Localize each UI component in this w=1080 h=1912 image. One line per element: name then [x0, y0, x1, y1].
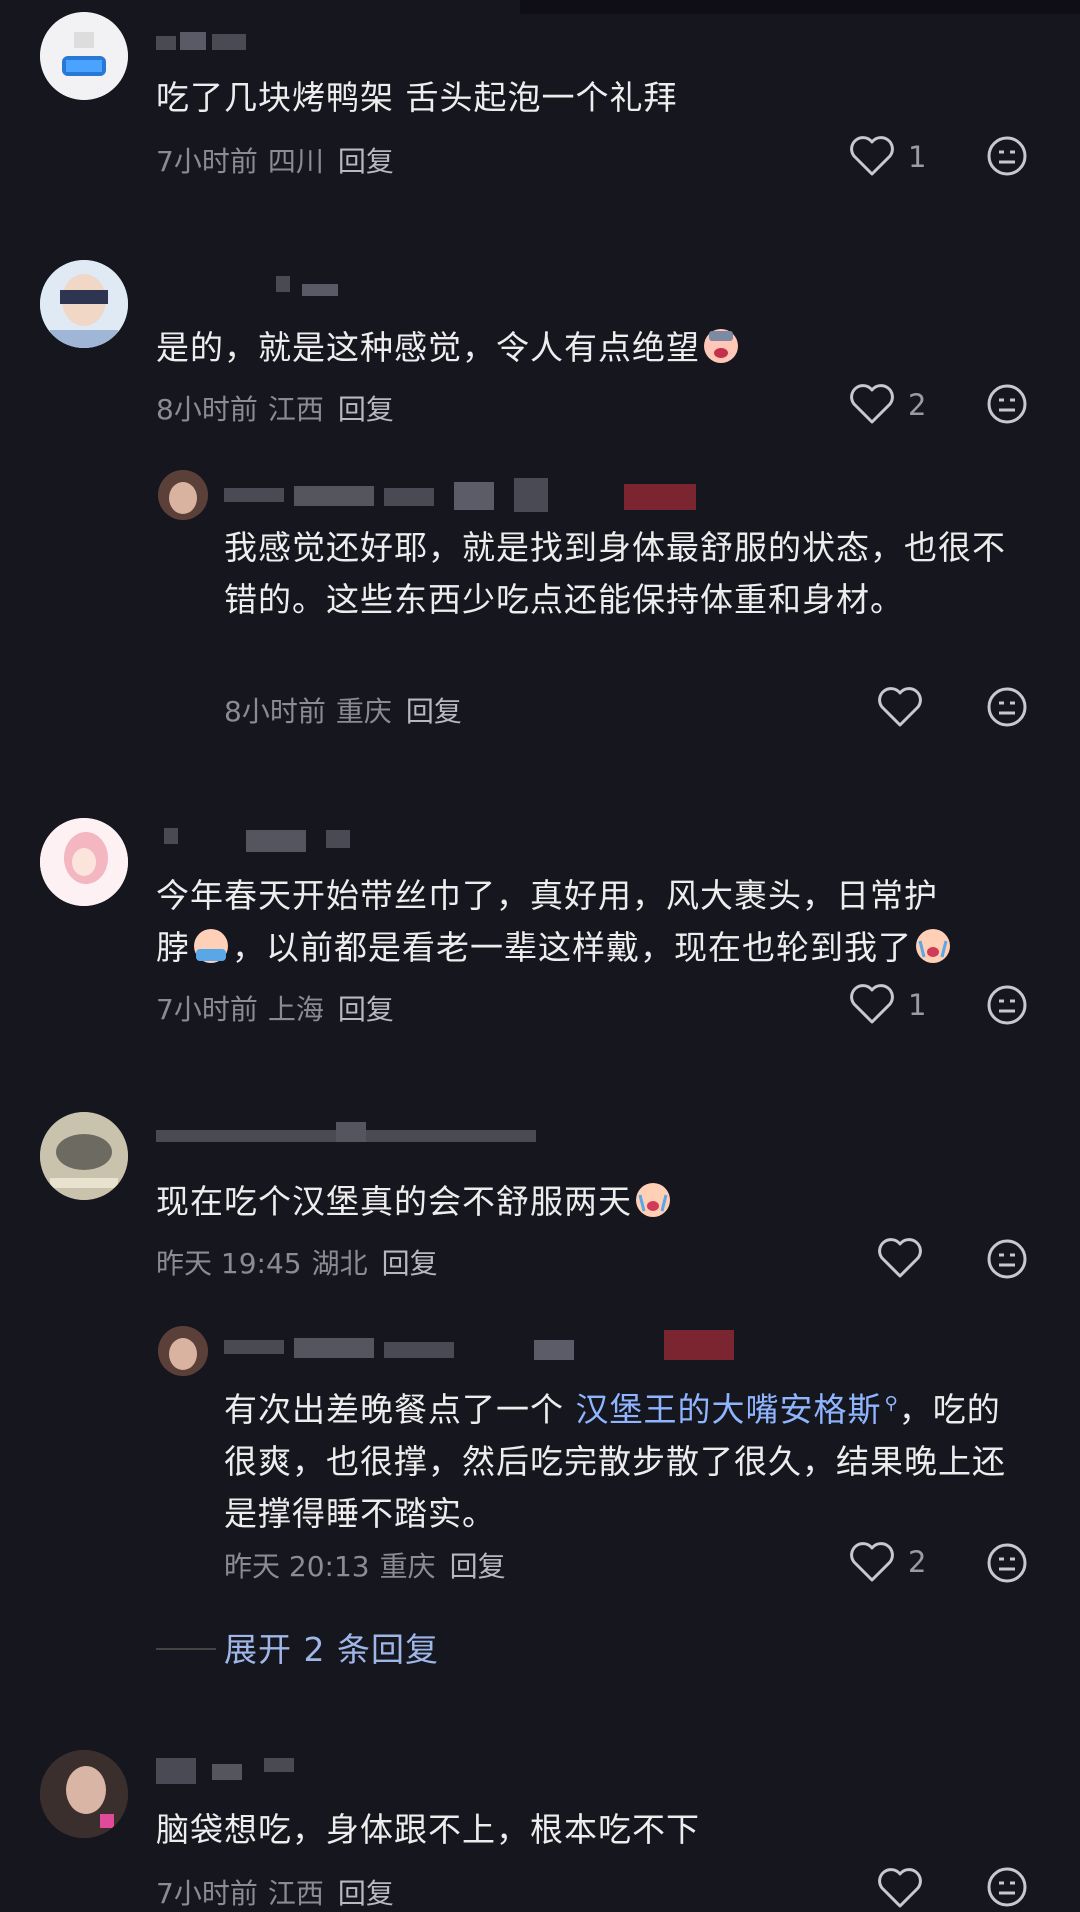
comment-text-line-1: 今年春天开始带丝巾了，真好用，风大裹头，日常护 [156, 876, 938, 915]
reply-button[interactable]: 回复 [338, 393, 394, 426]
expand-divider [156, 1648, 216, 1650]
comment-text: 有次出差晚餐点了一个 汉堡王的大嘴安格斯 ⚲，吃的很爽，也很撑，然后吃完散步散了很… [224, 1390, 1006, 1533]
avatar[interactable] [158, 1326, 208, 1376]
comment-text: 是的，就是这种感觉，令人有点绝望 [156, 322, 1030, 374]
comment-time: 昨天 19:45 [156, 1247, 302, 1280]
comment-time: 7小时前 [156, 145, 258, 178]
username-blurred[interactable] [224, 478, 744, 512]
username-blurred[interactable] [156, 28, 346, 54]
comment-text: 今年春天开始带丝巾了，真好用，风大裹头，日常护 脖，以前都是看老一辈这样戴，现在… [156, 870, 1030, 974]
like-count: 2 [908, 388, 927, 422]
comment-location: 江西 [267, 1877, 324, 1910]
heart-outline-icon[interactable] [848, 982, 896, 1026]
comment-location: 江西 [267, 393, 324, 426]
heart-outline-icon[interactable] [876, 685, 924, 729]
reply-button[interactable]: 回复 [338, 993, 394, 1026]
comment-location: 上海 [267, 993, 324, 1026]
comment-time: 8小时前 [224, 695, 326, 728]
top-edge-bar [520, 0, 1080, 14]
avatar[interactable] [40, 1750, 128, 1838]
emoji-face-icon[interactable] [986, 1238, 1028, 1280]
username-blurred[interactable] [156, 272, 346, 298]
reply-button[interactable]: 回复 [338, 1877, 394, 1910]
comment-meta: 7小时前 江西 回复 [156, 1872, 394, 1912]
heart-outline-icon[interactable] [876, 1866, 924, 1910]
emoji-face-icon[interactable] [986, 1866, 1028, 1908]
username-blurred[interactable] [156, 1754, 346, 1784]
emoji-face-icon[interactable] [986, 383, 1028, 425]
comment-location: 重庆 [379, 1550, 436, 1583]
like-count: 2 [908, 1545, 927, 1579]
comment-text-line-2: 脖，以前都是看老一辈这样戴，现在也轮到我了 [156, 922, 1030, 974]
comment-location: 四川 [267, 145, 324, 178]
username-blurred[interactable] [156, 1116, 536, 1142]
heart-outline-icon[interactable] [848, 382, 896, 426]
comment-meta: 昨天 20:13 重庆 回复 [224, 1545, 506, 1585]
crying-face-emoji-icon [636, 1183, 670, 1217]
heart-outline-icon[interactable] [848, 134, 896, 178]
comment-text: 我感觉还好耶，就是找到身体最舒服的状态，也很不错的。这些东西少吃点还能保持体重和… [224, 528, 1006, 619]
avatar[interactable] [40, 818, 128, 906]
scared-face-emoji-icon [194, 929, 228, 963]
username-blurred[interactable] [156, 824, 350, 852]
emoji-face-icon[interactable] [986, 984, 1028, 1026]
reply-button[interactable]: 回复 [450, 1550, 506, 1583]
comment-location: 湖北 [311, 1247, 368, 1280]
comment-text: 吃了几块烤鸭架 舌头起泡一个礼拜 [156, 78, 678, 117]
reply-button[interactable]: 回复 [382, 1247, 438, 1280]
heart-outline-icon[interactable] [848, 1540, 896, 1584]
crying-face-emoji-icon [704, 329, 738, 363]
comment-time: 7小时前 [156, 993, 258, 1026]
like-count: 1 [908, 988, 927, 1022]
comment-location: 重庆 [335, 695, 392, 728]
comment-text: 现在吃个汉堡真的会不舒服两天 [156, 1176, 1030, 1228]
avatar[interactable] [40, 12, 128, 100]
avatar[interactable] [40, 260, 128, 348]
emoji-face-icon[interactable] [986, 1542, 1028, 1584]
comment-meta: 7小时前 上海 回复 [156, 988, 394, 1028]
crying-face-emoji-icon [916, 929, 950, 963]
comment-meta: 8小时前 重庆 回复 [224, 690, 462, 730]
heart-outline-icon[interactable] [876, 1236, 924, 1280]
comment-meta: 8小时前 江西 回复 [156, 388, 394, 428]
search-link[interactable]: 汉堡王的大嘴安格斯 ⚲ [576, 1390, 899, 1429]
avatar[interactable] [40, 1112, 128, 1200]
comment-meta: 昨天 19:45 湖北 回复 [156, 1242, 438, 1282]
avatar[interactable] [158, 470, 208, 520]
comment-time: 8小时前 [156, 393, 258, 426]
comment-time: 昨天 20:13 [224, 1550, 370, 1583]
comment-time: 7小时前 [156, 1877, 258, 1910]
emoji-face-icon[interactable] [986, 135, 1028, 177]
reply-button[interactable]: 回复 [406, 695, 462, 728]
like-count: 1 [908, 140, 927, 174]
emoji-face-icon[interactable] [986, 686, 1028, 728]
search-icon: ⚲ [884, 1393, 899, 1414]
username-blurred[interactable] [224, 1330, 744, 1364]
expand-replies-button[interactable]: 展开 2 条回复 [224, 1623, 439, 1671]
comment-meta: 7小时前 四川 回复 [156, 140, 394, 180]
reply-button[interactable]: 回复 [338, 145, 394, 178]
comment-text: 脑袋想吃，身体跟不上，根本吃不下 [156, 1810, 700, 1849]
